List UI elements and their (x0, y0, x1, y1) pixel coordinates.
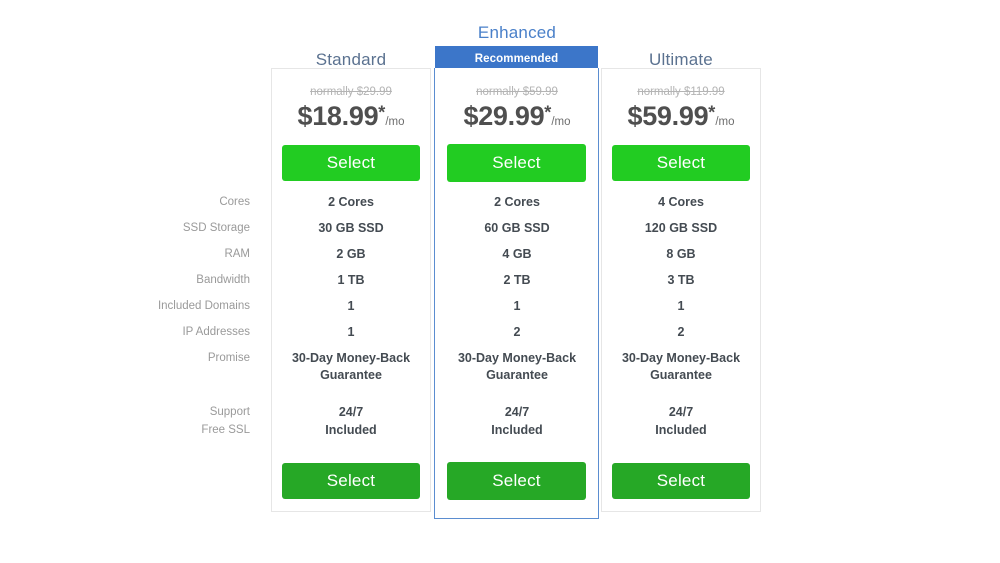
select-button-standard-top[interactable]: Select (282, 145, 420, 181)
price-period-standard: /mo (385, 116, 405, 128)
current-price-enhanced: $29.99*/mo (436, 101, 598, 137)
feature-label-ssd-storage: SSD Storage (182, 222, 250, 234)
feature-label-included-domains: Included Domains (157, 300, 250, 312)
select-button-ultimate-top[interactable]: Select (612, 145, 750, 181)
feature-value-ram-ultimate: 8 GB (666, 247, 696, 261)
original-price-enhanced: normally $59.99 (476, 86, 558, 98)
price-amount-ultimate: $59.99 (627, 101, 709, 131)
current-price-ultimate: $59.99*/mo (601, 101, 761, 137)
original-price-standard: normally $29.99 (310, 86, 392, 98)
select-button-ultimate-bottom[interactable]: Select (612, 463, 750, 499)
feature-value-promise-standard: 30-Day Money-Back Guarantee (291, 351, 411, 382)
price-block-ultimate: normally $119.99 $59.99*/mo (601, 85, 761, 137)
feature-value-support-ultimate: 24/7 (668, 405, 694, 419)
original-price-ultimate: normally $119.99 (637, 86, 725, 98)
feature-value-free-ssl-enhanced: Included (491, 423, 543, 437)
plan-title-standard: Standard (315, 50, 387, 69)
feature-value-support-standard: 24/7 (338, 405, 364, 419)
feature-value-bandwidth-standard: 1 TB (337, 273, 365, 287)
price-block-standard: normally $29.99 $18.99*/mo (271, 85, 431, 137)
feature-value-bandwidth-ultimate: 3 TB (667, 273, 695, 287)
feature-label-bandwidth: Bandwidth (196, 274, 250, 286)
price-amount-enhanced: $29.99 (463, 101, 545, 131)
feature-column-enhanced: 2 Cores 60 GB SSD 4 GB 2 TB 1 2 30-Day M… (436, 192, 598, 446)
feature-value-promise-enhanced: 30-Day Money-Back Guarantee (457, 351, 577, 382)
feature-value-cores-ultimate: 4 Cores (658, 195, 704, 209)
feature-value-promise-ultimate: 30-Day Money-Back Guarantee (621, 351, 741, 382)
feature-value-included-domains-standard: 1 (347, 299, 355, 313)
feature-label-ip-addresses: IP Addresses (182, 326, 250, 338)
feature-value-ram-enhanced: 4 GB (502, 247, 532, 261)
feature-value-ssd-storage-standard: 30 GB SSD (318, 221, 384, 235)
plan-title-enhanced: Enhanced (477, 23, 557, 42)
feature-label-support: Support (209, 406, 250, 418)
feature-label-promise: Promise (207, 352, 250, 364)
feature-label-column: Cores SSD Storage RAM Bandwidth Included… (60, 192, 250, 446)
plan-title-ultimate: Ultimate (649, 50, 713, 69)
feature-value-ip-addresses-ultimate: 2 (677, 325, 685, 339)
feature-value-ip-addresses-enhanced: 2 (513, 325, 521, 339)
feature-value-free-ssl-ultimate: Included (655, 423, 707, 437)
feature-value-ssd-storage-enhanced: 60 GB SSD (484, 221, 550, 235)
price-block-enhanced: normally $59.99 $29.99*/mo (436, 85, 598, 137)
feature-value-ip-addresses-standard: 1 (347, 325, 355, 339)
select-button-enhanced-bottom[interactable]: Select (447, 462, 586, 500)
select-button-standard-bottom[interactable]: Select (282, 463, 420, 499)
feature-value-ram-standard: 2 GB (336, 247, 366, 261)
feature-value-included-domains-enhanced: 1 (513, 299, 521, 313)
feature-value-bandwidth-enhanced: 2 TB (503, 273, 531, 287)
price-period-enhanced: /mo (551, 116, 571, 128)
price-period-ultimate: /mo (715, 116, 735, 128)
feature-value-cores-standard: 2 Cores (328, 195, 374, 209)
feature-value-cores-enhanced: 2 Cores (494, 195, 540, 209)
feature-label-cores: Cores (219, 196, 250, 208)
price-amount-standard: $18.99 (297, 101, 379, 131)
feature-column-standard: 2 Cores 30 GB SSD 2 GB 1 TB 1 1 30-Day M… (271, 192, 431, 446)
feature-value-support-enhanced: 24/7 (504, 405, 530, 419)
select-button-enhanced-top[interactable]: Select (447, 144, 586, 182)
pricing-table: Standard Enhanced Ultimate Recommended n… (0, 0, 1000, 563)
feature-value-free-ssl-standard: Included (325, 423, 377, 437)
feature-value-included-domains-ultimate: 1 (677, 299, 685, 313)
feature-column-ultimate: 4 Cores 120 GB SSD 8 GB 3 TB 1 2 30-Day … (601, 192, 761, 446)
feature-label-ram: RAM (224, 248, 250, 260)
current-price-standard: $18.99*/mo (271, 101, 431, 137)
feature-value-ssd-storage-ultimate: 120 GB SSD (644, 221, 718, 235)
feature-label-free-ssl: Free SSL (201, 424, 250, 436)
